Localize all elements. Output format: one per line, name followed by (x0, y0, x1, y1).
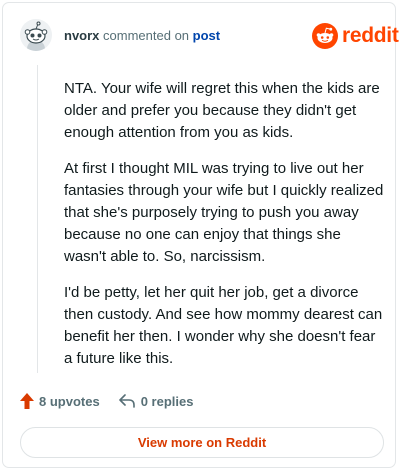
comment-paragraph: NTA. Your wife will regret this when the… (64, 80, 380, 141)
reply-count: 0 replies (140, 393, 194, 409)
upvote-button[interactable]: 8 upvotes (20, 393, 100, 409)
username-link[interactable]: nvorx (64, 28, 99, 43)
post-link[interactable]: post (193, 28, 220, 43)
thread-line[interactable] (37, 65, 38, 373)
view-more-button[interactable]: View more on Reddit (20, 427, 384, 458)
comment-actions: 8 upvotes 0 replies (20, 391, 193, 411)
comment-body: NTA. Your wife will regret this when the… (64, 78, 384, 384)
reply-button[interactable]: 0 replies (118, 393, 194, 409)
reply-arrow-icon (118, 394, 135, 408)
comment-header: nvorx commented on post (64, 28, 220, 43)
comment-embed-card: nvorx commented on post reddit NTA. Your… (2, 2, 399, 468)
reddit-wordmark: reddit (342, 24, 399, 47)
avatar[interactable] (20, 19, 52, 51)
reddit-logo[interactable]: reddit (312, 22, 399, 50)
comment-paragraph: At first I thought MIL was trying to liv… (64, 160, 384, 265)
upvote-count: 8 upvotes (39, 393, 100, 409)
comment-paragraph: I'd be petty, let her quit her job, get … (64, 284, 383, 367)
snoo-avatar-icon (20, 19, 52, 51)
upvote-arrow-icon (20, 393, 34, 409)
action-text: commented on (103, 28, 190, 43)
reddit-snoo-icon (312, 23, 338, 49)
